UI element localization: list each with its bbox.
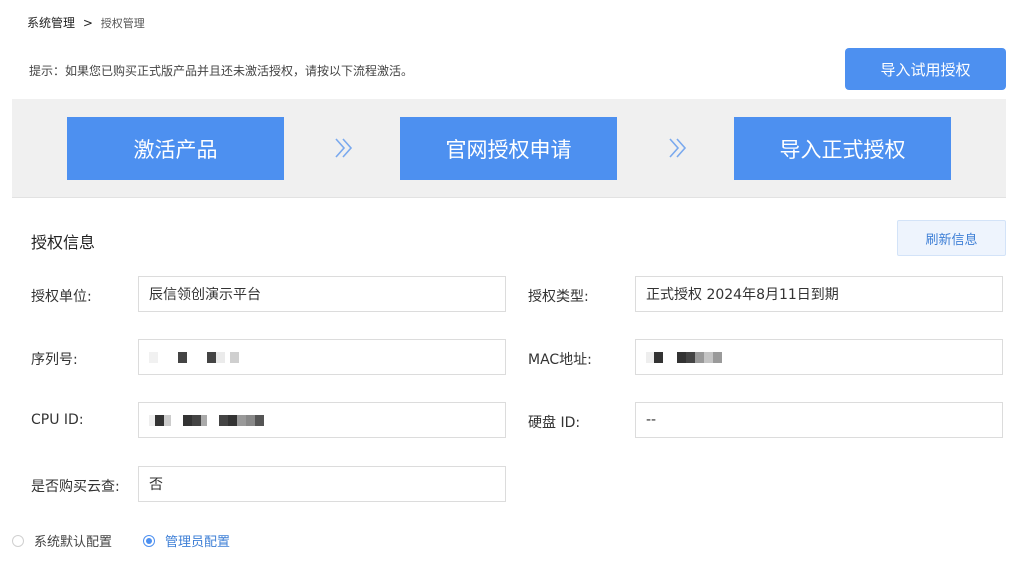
mac-address-label: MAC地址: <box>528 352 592 368</box>
auth-unit-field: 辰信领创演示平台 <box>138 276 506 312</box>
activation-hint: 提示：如果您已购买正式版产品并且还未激活授权，请按以下流程激活。 <box>29 64 414 78</box>
activation-steps: 激活产品 官网授权申请 导入正式授权 <box>12 99 1006 198</box>
mac-address-field <box>635 339 1003 375</box>
breadcrumb-parent[interactable]: 系统管理 <box>27 16 75 30</box>
radio-label[interactable]: 管理员配置 <box>165 531 230 550</box>
radio-checked-icon[interactable] <box>143 534 156 547</box>
step-official-site-application[interactable]: 官网授权申请 <box>400 117 617 180</box>
cloud-purchase-label: 是否购买云查: <box>31 479 120 495</box>
breadcrumb: 系统管理 > 授权管理 <box>27 14 145 31</box>
breadcrumb-current: 授权管理 <box>100 17 145 30</box>
double-chevron-right-icon <box>667 135 689 161</box>
disk-id-label: 硬盘 ID: <box>528 415 581 431</box>
redacted-mac-address <box>646 350 722 364</box>
refresh-info-button[interactable]: 刷新信息 <box>897 220 1006 256</box>
auth-type-label: 授权类型: <box>528 289 589 305</box>
radio-unchecked-icon[interactable] <box>12 534 24 547</box>
redacted-cpu-id <box>149 413 264 427</box>
double-chevron-right-icon <box>333 135 355 161</box>
config-mode-radio-group: 系统默认配置 管理员配置 <box>12 531 230 550</box>
import-trial-license-button[interactable]: 导入试用授权 <box>845 48 1006 90</box>
redacted-serial-number <box>149 350 239 364</box>
disk-id-field: -- <box>635 402 1003 438</box>
auth-type-field: 正式授权 2024年8月11日到期 <box>635 276 1003 312</box>
auth-info-title: 授权信息 <box>31 233 96 252</box>
step-import-formal-license[interactable]: 导入正式授权 <box>734 117 951 180</box>
breadcrumb-separator: > <box>82 16 93 30</box>
radio-label[interactable]: 系统默认配置 <box>34 531 112 550</box>
step-activate-product[interactable]: 激活产品 <box>67 117 284 180</box>
serial-number-field <box>138 339 506 375</box>
auth-unit-value: 辰信领创演示平台 <box>149 287 261 303</box>
cloud-purchase-value: 否 <box>149 477 163 493</box>
auth-type-value: 正式授权 2024年8月11日到期 <box>646 287 839 303</box>
disk-id-value: -- <box>646 412 657 428</box>
cpu-id-field <box>138 402 506 438</box>
serial-number-label: 序列号: <box>31 352 78 368</box>
auth-unit-label: 授权单位: <box>31 289 92 305</box>
radio-system-default-config[interactable]: 系统默认配置 <box>12 531 112 550</box>
cpu-id-label: CPU ID: <box>31 412 84 428</box>
radio-admin-config[interactable]: 管理员配置 <box>143 531 230 550</box>
cloud-purchase-field: 否 <box>138 466 506 502</box>
